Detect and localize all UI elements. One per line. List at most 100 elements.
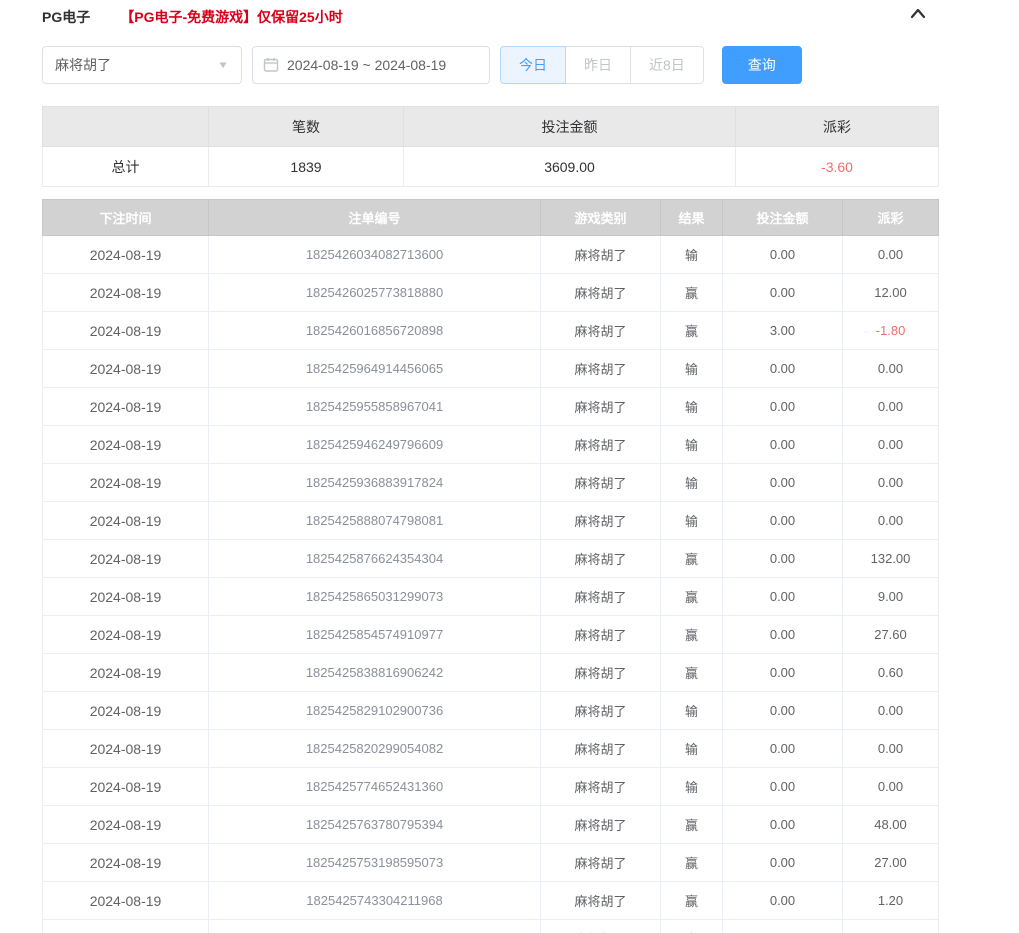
table-cell: 0.00 — [723, 692, 843, 730]
table-cell: 2024-08-19 — [43, 388, 209, 426]
quick-filter-last8days[interactable]: 近8日 — [630, 46, 704, 84]
table-cell: 输 — [661, 388, 723, 426]
table-cell: 0.00 — [723, 502, 843, 540]
summary-total-payout: -3.60 — [736, 147, 939, 187]
filter-bar: 麻将胡了 ▼ 2024-08-19 ~ 2024-08-19 今日昨日近8日 查… — [42, 46, 938, 84]
table-cell: 麻将胡了 — [541, 426, 661, 464]
summary-header-row: 笔数 投注金额 派彩 — [43, 107, 939, 147]
col-bet-amount: 投注金额 — [723, 200, 843, 236]
collapse-panel-button[interactable] — [905, 2, 931, 28]
records-table: 下注时间 注单编号 游戏类别 结果 投注金额 派彩 2024-08-191825… — [42, 199, 939, 933]
table-row: 2024-08-191825425964914456065麻将胡了输0.000.… — [43, 350, 939, 388]
table-cell: 0.00 — [723, 578, 843, 616]
table-cell: 输 — [661, 692, 723, 730]
table-cell: 2024-08-19 — [43, 274, 209, 312]
table-cell: 2024-08-19 — [43, 502, 209, 540]
game-type-value: 麻将胡了 — [55, 55, 111, 75]
table-cell: 麻将胡了 — [541, 464, 661, 502]
table-cell: 0.00 — [723, 920, 843, 933]
summary-header-empty — [43, 107, 209, 147]
table-cell: 2024-08-19 — [43, 312, 209, 350]
table-cell: 0.00 — [723, 768, 843, 806]
table-row: 2024-08-191825425854574910977麻将胡了赢0.0027… — [43, 616, 939, 654]
table-cell: 麻将胡了 — [541, 388, 661, 426]
table-cell: 赢 — [661, 882, 723, 920]
table-cell: 0.00 — [843, 350, 939, 388]
table-cell: 麻将胡了 — [541, 730, 661, 768]
table-row: 2024-08-191825425763780795394麻将胡了赢0.0048… — [43, 806, 939, 844]
page-title: PG电子 — [42, 7, 90, 27]
table-cell: 麻将胡了 — [541, 578, 661, 616]
table-cell: 1825425753198595073 — [209, 844, 541, 882]
table-cell: 赢 — [661, 806, 723, 844]
table-cell: 麻将胡了 — [541, 236, 661, 274]
table-cell: 麻将胡了 — [541, 692, 661, 730]
table-cell: 2024-08-19 — [43, 578, 209, 616]
header-bar: PG电子 【PG电子-免费游戏】仅保留25小时 — [42, 0, 938, 28]
table-cell: 2024-08-19 — [43, 654, 209, 692]
date-range-value: 2024-08-19 ~ 2024-08-19 — [287, 57, 446, 73]
table-cell: 输 — [661, 236, 723, 274]
table-cell: 2024-08-19 — [43, 236, 209, 274]
table-cell: 麻将胡了 — [541, 350, 661, 388]
table-cell: 9.00 — [843, 578, 939, 616]
table-cell: 0.00 — [723, 464, 843, 502]
table-cell: 麻将胡了 — [541, 502, 661, 540]
table-cell: 麻将胡了 — [541, 274, 661, 312]
table-cell: 2024-08-19 — [43, 844, 209, 882]
table-cell: 1825425829102900736 — [209, 692, 541, 730]
summary-header-bet-amount: 投注金额 — [404, 107, 736, 147]
table-cell: 0.00 — [843, 236, 939, 274]
summary-total-label: 总计 — [43, 147, 209, 187]
summary-header-payout: 派彩 — [736, 107, 939, 147]
retention-notice: 【PG电子-免费游戏】仅保留25小时 — [120, 7, 342, 27]
col-order-id: 注单编号 — [209, 200, 541, 236]
table-cell: 0.00 — [723, 236, 843, 274]
table-cell: 麻将胡了 — [541, 540, 661, 578]
calendar-icon — [263, 57, 279, 73]
table-cell: 2024-08-19 — [43, 426, 209, 464]
table-cell: 1.20 — [843, 882, 939, 920]
table-cell: 2024-08-19 — [43, 464, 209, 502]
table-cell: 输 — [661, 768, 723, 806]
summary-total-row: 总计 1839 3609.00 -3.60 — [43, 147, 939, 187]
table-cell: 麻将胡了 — [541, 806, 661, 844]
quick-filter-today[interactable]: 今日 — [500, 46, 566, 84]
table-cell: 0.60 — [843, 654, 939, 692]
table-row: 2024-08-191825425865031299073麻将胡了赢0.009.… — [43, 578, 939, 616]
table-cell: 1825426016856720898 — [209, 312, 541, 350]
table-cell: 2024-08-19 — [43, 616, 209, 654]
game-type-select[interactable]: 麻将胡了 ▼ — [42, 46, 242, 84]
table-cell: 0.00 — [723, 426, 843, 464]
table-cell: 0.00 — [723, 274, 843, 312]
table-cell: 0.00 — [723, 350, 843, 388]
table-cell: 1825425964914456065 — [209, 350, 541, 388]
summary-total-count: 1839 — [209, 147, 404, 187]
table-cell: 2024-08-19 — [43, 882, 209, 920]
table-cell: 1825426025773818880 — [209, 274, 541, 312]
col-payout: 派彩 — [843, 200, 939, 236]
table-cell: 0.00 — [723, 882, 843, 920]
quick-filter-yesterday[interactable]: 昨日 — [565, 46, 631, 84]
table-cell: 麻将胡了 — [541, 312, 661, 350]
table-row: 2024-08-191825425753198595073麻将胡了赢0.0027… — [43, 844, 939, 882]
table-cell: 麻将胡了 — [541, 768, 661, 806]
table-cell: 1825425876624354304 — [209, 540, 541, 578]
table-cell: 1825425774652431360 — [209, 768, 541, 806]
table-cell: 0.00 — [723, 844, 843, 882]
table-cell: 0.00 — [723, 806, 843, 844]
table-cell: 输 — [661, 730, 723, 768]
table-cell: 0.00 — [843, 768, 939, 806]
records-header-row: 下注时间 注单编号 游戏类别 结果 投注金额 派彩 — [43, 200, 939, 236]
search-button[interactable]: 查询 — [722, 46, 802, 84]
table-cell: 赢 — [661, 616, 723, 654]
table-cell: 1825425737487400332 — [209, 920, 541, 933]
table-cell: 1825425936883917824 — [209, 464, 541, 502]
table-cell: 0.00 — [723, 616, 843, 654]
summary-table: 笔数 投注金额 派彩 总计 1839 3609.00 -3.60 — [42, 106, 939, 187]
table-cell: 2024-08-19 — [43, 692, 209, 730]
table-cell: 1825425865031299073 — [209, 578, 541, 616]
date-range-input[interactable]: 2024-08-19 ~ 2024-08-19 — [252, 46, 490, 84]
table-cell: 0.00 — [843, 388, 939, 426]
table-cell: 2024-08-19 — [43, 730, 209, 768]
